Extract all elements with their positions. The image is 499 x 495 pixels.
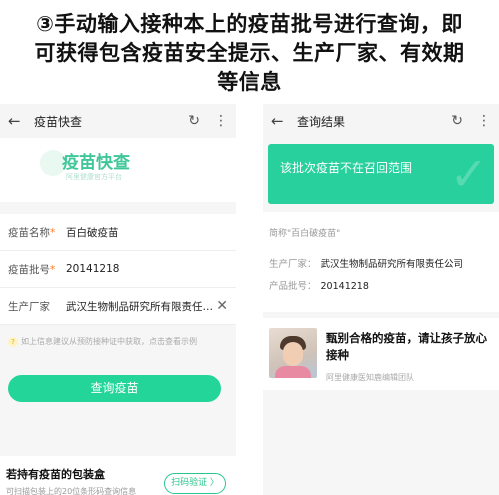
topbar-title: 查询结果: [297, 114, 346, 129]
more-vertical-icon[interactable]: ⋮: [214, 113, 228, 129]
result-text: 该批次疫苗不在召回范围: [280, 161, 413, 175]
manufacturer-input[interactable]: 武汉生物制品研究所有限责任…: [66, 299, 216, 314]
batch-info: 产品批号： 20141218: [269, 278, 369, 292]
batch-number-label: 疫苗批号*: [8, 263, 56, 276]
help-tip[interactable]: ? 如上信息建议从预防接种证中获取，点击查看示例: [8, 336, 228, 348]
vaccine-query-screen: ← 疫苗快查 ↻ ⋮ 疫苗快查 阿里健康官方平台 疫苗名称* 百白破疫苗 疫苗批…: [0, 104, 236, 495]
manufacturer-key: 生产厂家：: [269, 259, 317, 270]
query-vaccine-button[interactable]: 查询疫苗: [8, 375, 221, 402]
back-arrow-icon[interactable]: ←: [8, 112, 26, 130]
package-box-title: 若持有疫苗的包装盒: [6, 468, 105, 481]
banner-subtitle: 阿里健康官方平台: [66, 173, 122, 181]
topbar-title: 疫苗快查: [34, 114, 83, 129]
package-box-subtitle: 可扫描包装上的20位条形码查询信息: [6, 487, 137, 495]
clear-x-icon[interactable]: ✕: [216, 298, 228, 314]
refresh-icon[interactable]: ↻: [188, 113, 200, 129]
app-banner: 疫苗快查 阿里健康官方平台: [0, 138, 236, 202]
topbar: ← 疫苗快查 ↻ ⋮: [0, 104, 236, 138]
more-vertical-icon[interactable]: ⋮: [477, 113, 491, 129]
caption: ③手动输入接种本上的疫苗批号进行查询，即 可获得包含疫苗安全提示、生产厂家、有效…: [0, 0, 499, 100]
query-form: 疫苗名称* 百白破疫苗 疫苗批号* 20141218 生产厂家 武汉生物制品研究…: [0, 214, 236, 325]
vaccine-name-input[interactable]: 百白破疫苗: [66, 225, 228, 240]
child-photo-thumbnail: [269, 328, 317, 378]
scan-verify-button[interactable]: 扫码验证 〉: [164, 473, 226, 494]
article-card[interactable]: 甄别合格的疫苗，请让孩子放心接种 阿里健康医知鹿编辑团队: [263, 318, 499, 390]
vaccine-name-row: 疫苗名称* 百白破疫苗: [0, 214, 236, 251]
vaccine-abbreviation: 简称"百白破疫苗": [269, 229, 341, 239]
back-arrow-icon[interactable]: ←: [271, 112, 289, 130]
vaccine-name-label: 疫苗名称*: [8, 226, 56, 239]
manufacturer-label: 生产厂家: [8, 300, 50, 313]
checkmark-icon: ✓: [449, 147, 488, 201]
question-icon: ?: [8, 337, 18, 347]
caption-line-3: 等信息: [217, 70, 282, 94]
result-banner: 该批次疫苗不在召回范围 ✓: [268, 144, 494, 204]
vaccine-info: 简称"百白破疫苗" 生产厂家： 武汉生物制品研究所有限责任公司 产品批号： 2014…: [263, 212, 499, 312]
manufacturer-row: 生产厂家 武汉生物制品研究所有限责任… ✕: [0, 288, 236, 325]
caption-line-1: ③手动输入接种本上的疫苗批号进行查询，即: [36, 12, 463, 36]
batch-key: 产品批号：: [269, 281, 317, 292]
topbar: ← 查询结果 ↻ ⋮: [263, 104, 499, 138]
article-source: 阿里健康医知鹿编辑团队: [326, 373, 414, 382]
refresh-icon[interactable]: ↻: [451, 113, 463, 129]
batch-value: 20141218: [320, 281, 369, 292]
manufacturer-value: 武汉生物制品研究所有限责任公司: [320, 259, 464, 270]
article-title: 甄别合格的疫苗，请让孩子放心接种: [326, 331, 487, 362]
banner-title: 疫苗快查: [62, 153, 130, 173]
package-box-card: 若持有疫苗的包装盒 可扫描包装上的20位条形码查询信息 扫码验证 〉: [0, 456, 236, 495]
query-result-screen: ← 查询结果 ↻ ⋮ 该批次疫苗不在召回范围 ✓ 简称"百白破疫苗" 生产厂家：…: [263, 104, 499, 495]
manufacturer-info: 生产厂家： 武汉生物制品研究所有限责任公司: [269, 256, 463, 270]
caption-line-2: 可获得包含疫苗安全提示、生产厂家、有效期: [34, 41, 465, 65]
help-tip-text: 如上信息建议从预防接种证中获取，点击查看示例: [21, 337, 197, 346]
batch-number-row: 疫苗批号* 20141218: [0, 251, 236, 288]
batch-number-input[interactable]: 20141218: [66, 263, 228, 275]
